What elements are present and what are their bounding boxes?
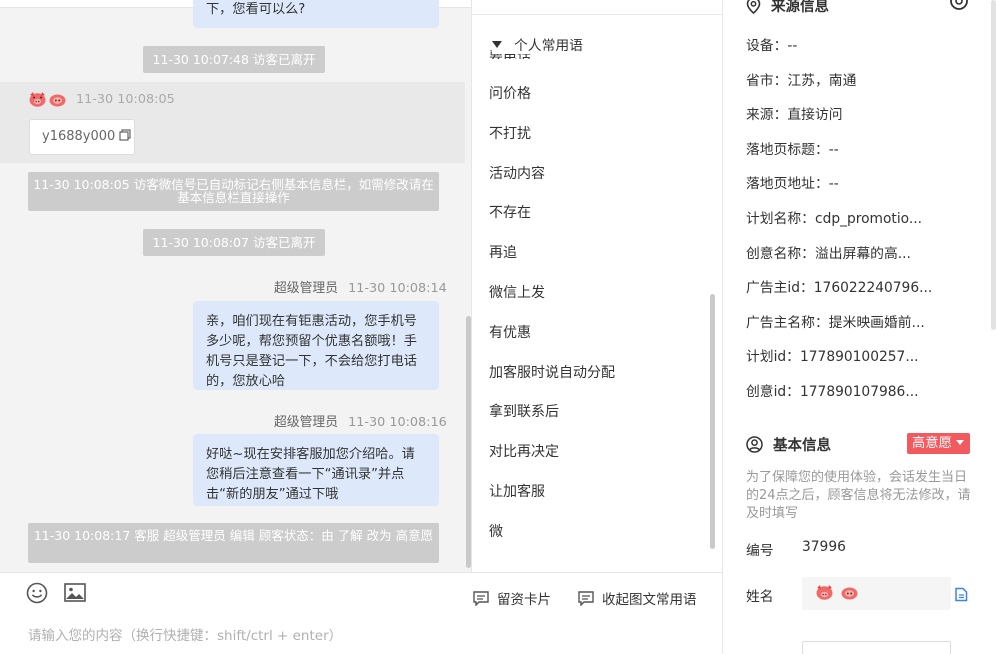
agent-message-header: 超级管理员 11-30 10:08:14 bbox=[274, 277, 447, 296]
notice-text: 11-30 10:08:07 访客已离开 bbox=[152, 235, 316, 250]
message-text: 下，您看可以么? bbox=[206, 2, 306, 17]
phrase-item[interactable]: 问价格 bbox=[489, 83, 531, 103]
agent-message-bubble-partial: 下，您看可以么? bbox=[193, 0, 439, 28]
visitor-wechat-id-card[interactable]: y1688y000 bbox=[29, 119, 135, 155]
common-phrases-panel: 要电话 个人常用语 问价格 不打扰 活动内容 不存在 再追 微信上发 有优惠 加客服时说自动分… bbox=[472, 0, 722, 572]
caret-down-icon bbox=[955, 440, 964, 445]
message-time: 11-30 10:08:14 bbox=[348, 281, 447, 296]
system-notice-status-change: 11-30 10:08:17 客服 超级管理员 编辑 顾客状态：由 了解 改为 … bbox=[28, 523, 439, 563]
id-label: 编号 bbox=[746, 543, 774, 559]
button-label: 留资卡片 bbox=[497, 592, 551, 608]
phrase-item[interactable]: 对比再决定 bbox=[489, 441, 559, 461]
input-placeholder: 请输入您的内容（换行快捷键：shift/ctrl + enter） bbox=[28, 628, 343, 644]
visitor-message-header: 11-30 10:08:05 bbox=[29, 92, 175, 107]
agent-message-bubble: 亲，咱们现在有钜惠活动，您手机号多少呢，帮您预留个优惠名额哦！手机号只是登记一下… bbox=[193, 301, 439, 390]
phrase-item[interactable]: 再追 bbox=[489, 242, 517, 262]
source-info-row: 计划id：177890100257... bbox=[746, 349, 919, 366]
message-text: 亲，咱们现在有钜惠活动，您手机号多少呢，帮您预留个优惠名额哦！手机号只是登记一下… bbox=[206, 314, 417, 389]
workspace: 下，您看可以么? 11-30 10:07:48 访客已离开 11-30 10:0… bbox=[0, 0, 996, 654]
phrase-group-header[interactable]: 个人常用语 bbox=[492, 34, 583, 54]
source-info-row: 设备：-- bbox=[746, 38, 798, 54]
collapse-phrases-button[interactable]: 收起图文常用语 bbox=[578, 588, 697, 608]
wechat-id-text: y1688y000 bbox=[42, 129, 116, 144]
message-time: 11-30 10:08:16 bbox=[348, 415, 447, 430]
location-pin-icon bbox=[746, 0, 761, 14]
name-field[interactable] bbox=[802, 577, 951, 610]
phrase-item[interactable]: 活动内容 bbox=[489, 163, 545, 183]
phrase-item[interactable]: 让加客服 bbox=[489, 481, 545, 501]
source-info-row: 来源：直接访问 bbox=[746, 107, 843, 124]
caret-down-icon bbox=[492, 40, 502, 48]
source-info-header: 来源信息 bbox=[746, 0, 829, 16]
name-label: 姓名 bbox=[746, 589, 774, 605]
visitor-message-time: 11-30 10:08:05 bbox=[76, 92, 175, 107]
phrase-item[interactable]: 微 bbox=[489, 521, 503, 541]
message-input[interactable]: 请输入您的内容（换行快捷键：shift/ctrl + enter） bbox=[28, 624, 342, 644]
notice-text: 11-30 10:08:05 访客微信号已自动标记右侧基本信息栏，如需修改请在基… bbox=[33, 177, 434, 205]
message-square-icon bbox=[473, 590, 489, 606]
panel-scrollbar[interactable] bbox=[991, 0, 996, 330]
notice-text: 11-30 10:08:17 客服 超级管理员 编辑 顾客状态：由 了解 改为 … bbox=[33, 528, 434, 543]
chat-history[interactable]: 下，您看可以么? 11-30 10:07:48 访客已离开 11-30 10:0… bbox=[0, 0, 472, 572]
message-square-icon bbox=[578, 590, 594, 606]
section-title: 来源信息 bbox=[771, 0, 829, 15]
source-info-row: 落地页地址：-- bbox=[746, 176, 839, 193]
sender-name: 超级管理员 bbox=[274, 281, 338, 296]
copy-icon[interactable] bbox=[119, 129, 131, 145]
notice-text: 11-30 10:07:48 访客已离开 bbox=[152, 52, 316, 67]
system-notice-auto-tag: 11-30 10:08:05 访客微信号已自动标记右侧基本信息栏，如需修改请在基… bbox=[28, 172, 439, 211]
intent-status-dropdown[interactable]: 高意愿 bbox=[907, 433, 970, 454]
phrase-item[interactable]: 不存在 bbox=[489, 202, 531, 222]
basic-info-header: 基本信息 bbox=[746, 434, 831, 455]
phrase-scrollbar[interactable] bbox=[710, 294, 715, 549]
sender-name: 超级管理员 bbox=[274, 415, 338, 430]
id-value: 37996 bbox=[802, 539, 846, 555]
phrase-item[interactable]: 拿到联系后 bbox=[489, 401, 559, 421]
system-notice-visitor-left: 11-30 10:08:07 访客已离开 bbox=[143, 229, 325, 256]
message-text: 好哒~现在安排客服加您介绍哈。请您稍后注意查看一下“通讯录”并点击“新的朋友”通… bbox=[206, 447, 415, 502]
lead-card-button[interactable]: 留资卡片 bbox=[473, 588, 551, 608]
edit-deadline-notice: 为了保障您的使用体验，会话发生当日的24点之后，顾客信息将无法修改，请及时填写 bbox=[746, 470, 971, 521]
phrase-item[interactable]: 有优惠 bbox=[489, 322, 531, 342]
section-title: 基本信息 bbox=[773, 438, 831, 454]
phrase-item[interactable]: 微信上发 bbox=[489, 282, 545, 302]
phrase-item[interactable]: 加客服时说自动分配 bbox=[489, 362, 615, 382]
image-icon[interactable] bbox=[64, 583, 86, 607]
button-label: 收起图文常用语 bbox=[602, 592, 697, 608]
pig-nose-emoji bbox=[841, 585, 858, 600]
pig-face-emoji bbox=[816, 585, 833, 600]
system-notice-visitor-left: 11-30 10:07:48 访客已离开 bbox=[143, 46, 325, 73]
source-info-row: 省市：江苏，南通 bbox=[746, 72, 857, 89]
divider bbox=[472, 14, 722, 15]
smile-icon[interactable] bbox=[26, 582, 48, 608]
source-info-row: 落地页标题：-- bbox=[746, 141, 839, 158]
source-info-row: 创意id：177890107986... bbox=[746, 384, 919, 400]
source-info-row: 计划名称：cdp_promotio... bbox=[746, 211, 923, 227]
source-info-row: 广告主id：176022240796... bbox=[746, 280, 933, 297]
pig-nose-emoji bbox=[49, 92, 66, 107]
settings-icon[interactable] bbox=[949, 0, 969, 15]
user-circle-icon bbox=[746, 436, 763, 453]
source-info-row: 广告主名称：提米映画婚前... bbox=[746, 314, 925, 331]
agent-message-header: 超级管理员 11-30 10:08:16 bbox=[274, 411, 447, 430]
phrase-group-title: 个人常用语 bbox=[514, 38, 583, 54]
copy-icon[interactable] bbox=[954, 587, 968, 606]
pig-face-emoji bbox=[29, 92, 46, 107]
chat-scrollbar[interactable] bbox=[466, 316, 471, 568]
next-field[interactable] bbox=[802, 641, 951, 654]
phrase-item[interactable]: 不打扰 bbox=[489, 123, 531, 143]
source-info-row: 创意名称：溢出屏幕的高... bbox=[746, 245, 911, 262]
intent-status-label: 高意愿 bbox=[912, 436, 952, 451]
customer-info-panel: 来源信息 设备：-- 省市：江苏，南通 来源：直接访问 落地页标题：-- 落地页地址：-… bbox=[722, 0, 996, 654]
agent-message-bubble: 好哒~现在安排客服加您介绍哈。请您稍后注意查看一下“通讯录”并点击“新的朋友”通… bbox=[193, 434, 439, 506]
